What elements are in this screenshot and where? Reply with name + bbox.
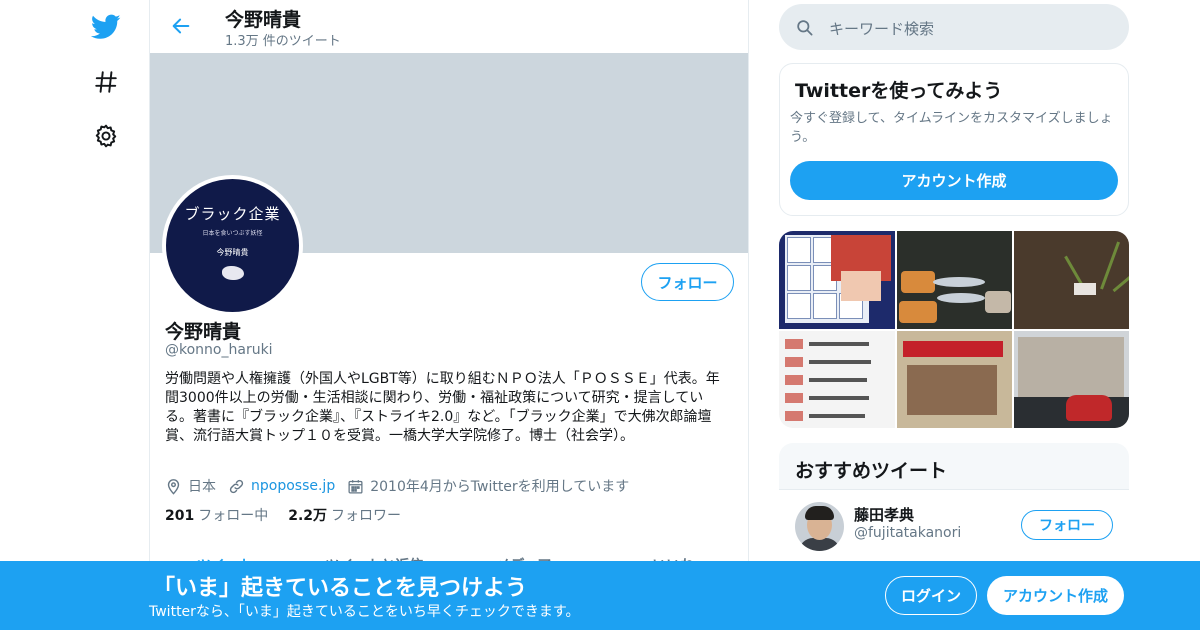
profile-bio: 労働問題や人権擁護（外国人やLGBT等）に取り組むＮＰＯ法人「ＰＯＳＳＥ」代表。… bbox=[165, 371, 720, 444]
media-thumbnail[interactable] bbox=[897, 331, 1012, 428]
hashtag-icon[interactable] bbox=[86, 62, 126, 102]
search-placeholder: キーワード検索 bbox=[829, 20, 935, 38]
signup-card-description: 今すぐ登録して、タイムラインをカスタマイズしましょう。 bbox=[790, 111, 1113, 145]
login-prompt-bar: 「いま」起きていることを見つけよう Twitterなら、「いま」起きていることを… bbox=[0, 561, 1200, 630]
login-prompt-title: 「いま」起きていることを見つけよう bbox=[153, 576, 528, 601]
tweet-count: 1.3万 件のツイート bbox=[225, 34, 341, 49]
recommended-user[interactable]: 藤田孝典 @fujitatakanori フォロー bbox=[779, 489, 1129, 563]
media-thumbnail[interactable] bbox=[779, 231, 895, 329]
signup-card-title: Twitterを使ってみよう bbox=[795, 80, 1003, 102]
create-account-button[interactable]: アカウント作成 bbox=[790, 161, 1118, 200]
media-grid bbox=[779, 231, 1129, 428]
following-count: 201 bbox=[165, 508, 195, 524]
login-prompt-subtitle: Twitterなら、「いま」起きていることをいち早くチェックできます。 bbox=[149, 604, 580, 620]
media-thumbnail[interactable] bbox=[1014, 231, 1129, 329]
recommended-title: おすすめツイート bbox=[795, 460, 948, 482]
profile-handle: @konno_haruki bbox=[165, 342, 273, 358]
book-subtitle: 日本を食いつぶす妖怪 bbox=[202, 230, 263, 237]
followers-count: 2.2万 bbox=[288, 508, 328, 524]
profile-name: 今野晴貴 bbox=[165, 321, 242, 343]
search-icon bbox=[797, 20, 813, 36]
followers-label: フォロワー bbox=[331, 508, 402, 524]
signup-card: Twitterを使ってみよう 今すぐ登録して、タイムラインをカスタマイズしましょ… bbox=[779, 63, 1129, 216]
avatar[interactable]: ブラック企業 日本を食いつぶす妖怪 今野晴貴 bbox=[162, 175, 303, 316]
profile-column: 今野晴貴 1.3万 件のツイート ブラック企業 日本を食いつぶす妖怪 今野晴貴 … bbox=[149, 0, 749, 630]
arrow-left-icon[interactable] bbox=[164, 9, 198, 43]
recommended-user-handle: @fujitatakanori bbox=[854, 525, 962, 541]
avatar[interactable] bbox=[795, 502, 844, 551]
media-thumbnail[interactable] bbox=[897, 231, 1012, 329]
profile-url[interactable]: npoposse.jp bbox=[228, 478, 335, 495]
profile-location: 日本 bbox=[165, 476, 216, 496]
media-thumbnail[interactable] bbox=[1014, 331, 1129, 428]
profile-meta: 日本 npoposse.jp 2010年4月からTwitterを利用しています bbox=[165, 475, 641, 497]
follow-button[interactable]: フォロー bbox=[641, 263, 734, 301]
search-input[interactable]: キーワード検索 bbox=[779, 4, 1129, 50]
profile-header: 今野晴貴 1.3万 件のツイート bbox=[150, 0, 748, 53]
url-link[interactable]: npoposse.jp bbox=[251, 478, 335, 494]
avatar-book-cover: ブラック企業 日本を食いつぶす妖怪 今野晴貴 bbox=[166, 179, 299, 312]
follow-button[interactable]: フォロー bbox=[1021, 510, 1113, 540]
left-nav bbox=[80, 0, 150, 630]
media-thumbnail[interactable] bbox=[779, 331, 895, 428]
twitter-profile-page: 今野晴貴 1.3万 件のツイート ブラック企業 日本を食いつぶす妖怪 今野晴貴 … bbox=[0, 0, 1200, 630]
joined-text: 2010年4月からTwitterを利用しています bbox=[370, 479, 630, 495]
profile-joined: 2010年4月からTwitterを利用しています bbox=[347, 476, 629, 496]
twitter-bird-icon[interactable] bbox=[86, 7, 126, 47]
create-account-button[interactable]: アカウント作成 bbox=[987, 576, 1124, 615]
location-pin-icon bbox=[167, 478, 180, 495]
following-stat[interactable]: 201 フォロー中 bbox=[165, 505, 268, 525]
login-button[interactable]: ログイン bbox=[885, 576, 977, 615]
book-emblem bbox=[221, 266, 244, 280]
book-author: 今野晴貴 bbox=[216, 248, 249, 257]
book-title: ブラック企業 bbox=[184, 205, 281, 223]
header-name: 今野晴貴 bbox=[225, 9, 302, 31]
gear-icon[interactable] bbox=[86, 116, 126, 156]
following-label: フォロー中 bbox=[198, 508, 269, 524]
followers-stat[interactable]: 2.2万 フォロワー bbox=[288, 505, 401, 525]
link-icon bbox=[229, 479, 244, 493]
recommended-user-name[interactable]: 藤田孝典 bbox=[854, 504, 914, 525]
profile-stats: 201 フォロー中 2.2万 フォロワー bbox=[165, 505, 421, 525]
location-text: 日本 bbox=[188, 479, 216, 495]
calendar-icon bbox=[348, 479, 363, 494]
